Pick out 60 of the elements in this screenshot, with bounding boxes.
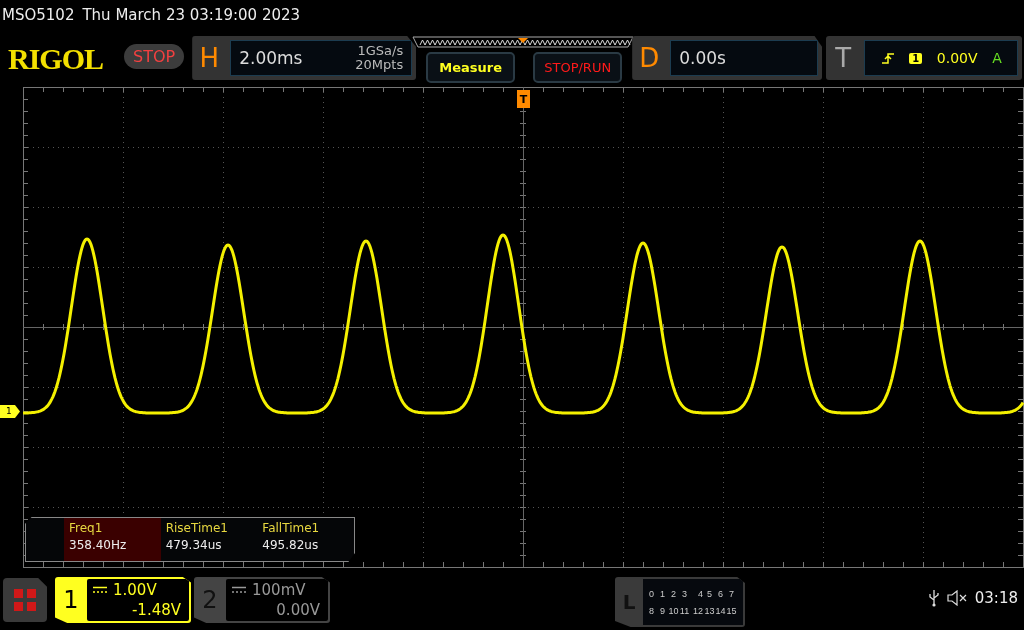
vertical-scale: 100mV	[252, 580, 306, 600]
measure-button[interactable]: Measure	[426, 52, 516, 83]
delay-value: 0.00s	[679, 48, 726, 68]
trigger-position-marker[interactable]: T	[517, 90, 530, 108]
speaker-muted-icon	[946, 590, 967, 606]
measurement-name: FallTime1	[262, 521, 321, 535]
digital-channel-number: 4	[697, 587, 704, 601]
vertical-scale: 1.00V	[113, 580, 157, 600]
digital-channel-number: 14	[715, 604, 726, 618]
digital-channel-number: 6	[717, 587, 724, 601]
measurement-item[interactable]: Freq1 358.40Hz	[64, 518, 161, 561]
digital-channel-number: 9	[659, 604, 666, 618]
date-time: Thu March 23 03:19:00 2023	[82, 6, 301, 24]
trigger-mode: A	[992, 50, 1002, 66]
delay-panel[interactable]: D 0.00s	[632, 36, 823, 80]
measurement-name: Freq1	[69, 521, 104, 535]
usb-icon	[928, 589, 939, 607]
channel-panel[interactable]: 1 1.00V -1.48V	[55, 577, 191, 623]
grid-icon	[13, 588, 37, 612]
measurement-name: RiseTime1	[165, 521, 229, 535]
trigger-label: T	[834, 43, 853, 73]
rising-edge-icon	[880, 51, 895, 65]
vertical-offset: 0.00V	[275, 600, 320, 620]
digital-channel-number: 12	[692, 604, 704, 618]
digital-channel-number: 2	[670, 587, 677, 601]
memory-depth: 20Mpts	[355, 58, 404, 72]
digital-channel-number: 0	[648, 587, 655, 601]
channel-number: 1	[62, 585, 80, 616]
run-state-badge: STOP	[124, 44, 185, 69]
dc-coupling-icon	[232, 586, 246, 594]
menu-button[interactable]	[3, 578, 47, 622]
measurement-item[interactable]: RiseTime1 479.34us	[160, 518, 258, 561]
digital-channel-number: 15	[726, 604, 737, 618]
measurement-item[interactable]: FallTime1 495.82us	[257, 518, 354, 561]
delay-label: D	[638, 43, 661, 73]
horizontal-label: H	[198, 43, 220, 73]
sample-rate: 1GSa/s	[357, 44, 404, 58]
horizontal-panel[interactable]: H 2.00ms 1GSa/s 20Mpts	[192, 36, 417, 80]
brand-logo: RIGOL	[8, 42, 105, 76]
stop-run-button[interactable]: STOP/RUN	[533, 52, 623, 83]
digital-channel-number: 8	[648, 604, 655, 618]
digital-channel-number: 13	[704, 604, 715, 618]
dc-coupling-icon	[93, 586, 107, 594]
model-name: MSO5102	[2, 6, 75, 24]
measurement-value: 495.82us	[262, 538, 320, 552]
trigger-level: 0.00V	[936, 50, 978, 66]
channel-offset-marker[interactable]: 1	[0, 405, 20, 418]
digital-channel-number: 5	[706, 587, 713, 601]
digital-channel-number: 11	[679, 604, 690, 618]
timebase-value: 2.00ms	[239, 48, 303, 68]
measurement-value: 479.34us	[165, 538, 223, 552]
trigger-panel[interactable]: T 1 0.00V A	[826, 36, 1023, 80]
digital-channel-number: 7	[728, 587, 735, 601]
trigger-source: 1	[909, 52, 923, 64]
digital-channel-number: 10	[668, 604, 679, 618]
vertical-offset: -1.48V	[130, 600, 181, 620]
measurement-value: 358.40Hz	[69, 538, 128, 552]
digital-channel-number: 3	[681, 587, 688, 601]
clock-time: 03:18	[974, 589, 1018, 607]
digital-channel-number: 1	[659, 587, 666, 601]
